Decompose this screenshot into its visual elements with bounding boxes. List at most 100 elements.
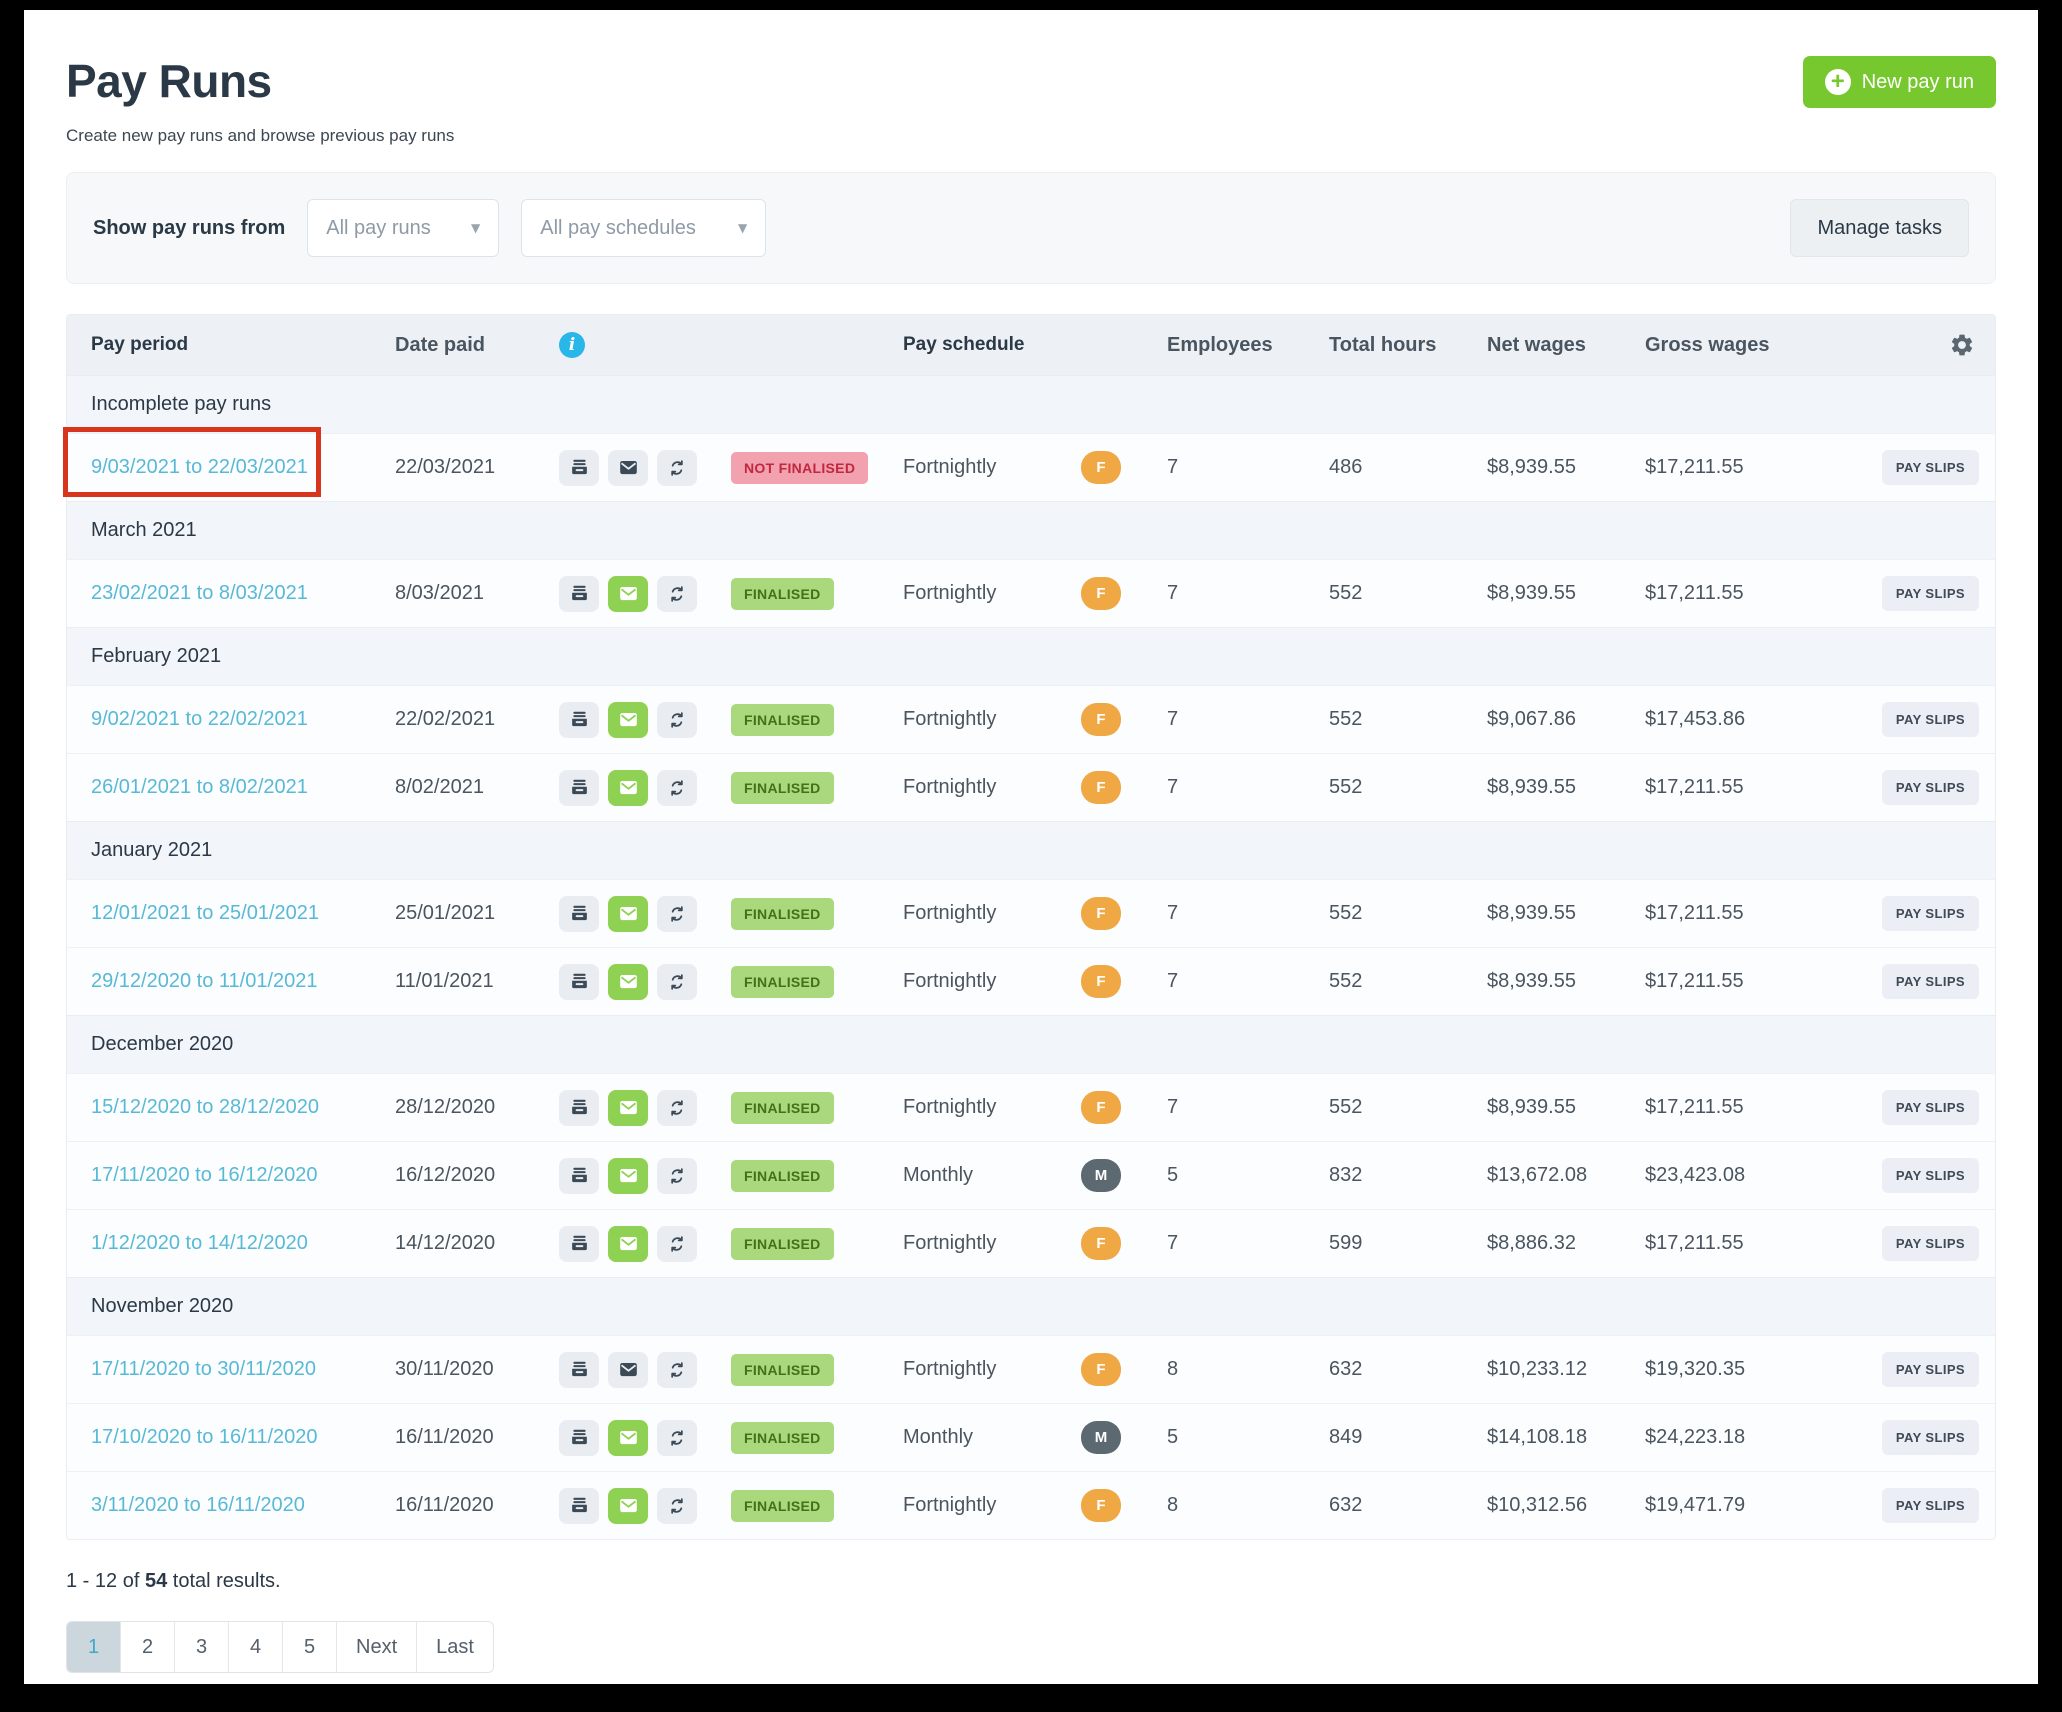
results-summary: 1 - 12 of 54 total results. [66, 1570, 1996, 1593]
printer-icon[interactable] [559, 1090, 599, 1126]
section-label: March 2021 [67, 519, 1995, 542]
sync-icon[interactable] [657, 1352, 697, 1388]
pay-period-link[interactable]: 17/11/2020 to 30/11/2020 [91, 1358, 316, 1380]
envelope-icon[interactable] [608, 1090, 648, 1126]
pay-slips-button[interactable]: PAY SLIPS [1882, 1488, 1979, 1523]
page-button-last[interactable]: Last [417, 1622, 493, 1672]
manage-tasks-button[interactable]: Manage tasks [1790, 199, 1969, 257]
pay-period-link[interactable]: 3/11/2020 to 16/11/2020 [91, 1494, 305, 1516]
schedule-type-badge: F [1081, 1353, 1121, 1386]
pay-period-link[interactable]: 17/10/2020 to 16/11/2020 [91, 1426, 318, 1448]
schedule-type-badge: F [1081, 897, 1121, 930]
sync-icon[interactable] [657, 1488, 697, 1524]
sync-icon[interactable] [657, 576, 697, 612]
gear-icon[interactable] [1949, 332, 1975, 358]
pay-schedule-value: Monthly [903, 1426, 1081, 1449]
pay-slips-button[interactable]: PAY SLIPS [1882, 770, 1979, 805]
pay-schedule-value: Fortnightly [903, 1358, 1081, 1381]
pay-period-link[interactable]: 9/03/2021 to 22/03/2021 [91, 456, 308, 478]
envelope-icon[interactable] [608, 896, 648, 932]
page-button-1[interactable]: 1 [67, 1622, 121, 1672]
employees-count: 7 [1165, 970, 1315, 993]
section-label: January 2021 [67, 839, 1995, 862]
printer-icon[interactable] [559, 1226, 599, 1262]
net-wages-value: $8,939.55 [1473, 1096, 1631, 1119]
page-button-2[interactable]: 2 [121, 1622, 175, 1672]
sync-icon[interactable] [657, 1226, 697, 1262]
employees-count: 7 [1165, 456, 1315, 479]
pay-period-link[interactable]: 1/12/2020 to 14/12/2020 [91, 1232, 308, 1254]
gross-wages-value: $17,453.86 [1631, 708, 1827, 731]
sync-icon[interactable] [657, 896, 697, 932]
gross-wages-value: $23,423.08 [1631, 1164, 1827, 1187]
sync-icon[interactable] [657, 770, 697, 806]
sync-icon[interactable] [657, 702, 697, 738]
pay-period-link[interactable]: 15/12/2020 to 28/12/2020 [91, 1096, 319, 1118]
pay-slips-button[interactable]: PAY SLIPS [1882, 576, 1979, 611]
page-button-5[interactable]: 5 [283, 1622, 337, 1672]
employees-count: 7 [1165, 582, 1315, 605]
pay-schedules-dropdown-value: All pay schedules [540, 217, 696, 240]
pay-period-link[interactable]: 17/11/2020 to 16/12/2020 [91, 1164, 318, 1186]
envelope-icon[interactable] [608, 1352, 648, 1388]
pay-period-link[interactable]: 12/01/2021 to 25/01/2021 [91, 902, 319, 924]
total-hours-value: 599 [1315, 1232, 1473, 1255]
pay-slips-button[interactable]: PAY SLIPS [1882, 1226, 1979, 1261]
sync-icon[interactable] [657, 964, 697, 1000]
pay-run-row: 3/11/2020 to 16/11/202016/11/2020FINALIS… [67, 1471, 1995, 1539]
pay-period-link[interactable]: 29/12/2020 to 11/01/2021 [91, 970, 318, 992]
envelope-icon[interactable] [608, 1420, 648, 1456]
new-pay-run-button[interactable]: + New pay run [1803, 56, 1996, 108]
page-button-3[interactable]: 3 [175, 1622, 229, 1672]
sync-icon[interactable] [657, 1158, 697, 1194]
pay-slips-button[interactable]: PAY SLIPS [1882, 1352, 1979, 1387]
pay-schedule-value: Fortnightly [903, 582, 1081, 605]
status-badge: FINALISED [731, 578, 834, 610]
envelope-icon[interactable] [608, 702, 648, 738]
page-button-4[interactable]: 4 [229, 1622, 283, 1672]
pay-period-link[interactable]: 9/02/2021 to 22/02/2021 [91, 708, 308, 730]
printer-icon[interactable] [559, 896, 599, 932]
printer-icon[interactable] [559, 770, 599, 806]
pay-run-row: 12/01/2021 to 25/01/202125/01/2021FINALI… [67, 879, 1995, 947]
printer-icon[interactable] [559, 1158, 599, 1194]
pay-slips-button[interactable]: PAY SLIPS [1882, 896, 1979, 931]
envelope-icon[interactable] [608, 770, 648, 806]
pay-slips-button[interactable]: PAY SLIPS [1882, 964, 1979, 999]
pay-slips-button[interactable]: PAY SLIPS [1882, 1090, 1979, 1125]
employees-count: 8 [1165, 1494, 1315, 1517]
status-badge: FINALISED [731, 704, 834, 736]
pay-schedule-value: Fortnightly [903, 1096, 1081, 1119]
pay-slips-button[interactable]: PAY SLIPS [1882, 702, 1979, 737]
envelope-icon[interactable] [608, 1226, 648, 1262]
printer-icon[interactable] [559, 702, 599, 738]
envelope-icon[interactable] [608, 450, 648, 486]
envelope-icon[interactable] [608, 1158, 648, 1194]
printer-icon[interactable] [559, 576, 599, 612]
net-wages-value: $9,067.86 [1473, 708, 1631, 731]
month-section-row: December 2020 [67, 1015, 1995, 1073]
pay-period-link[interactable]: 23/02/2021 to 8/03/2021 [91, 582, 308, 604]
page-button-next[interactable]: Next [337, 1622, 417, 1672]
sync-icon[interactable] [657, 1090, 697, 1126]
envelope-icon[interactable] [608, 964, 648, 1000]
pay-slips-button[interactable]: PAY SLIPS [1882, 1158, 1979, 1193]
total-hours-value: 552 [1315, 1096, 1473, 1119]
printer-icon[interactable] [559, 1420, 599, 1456]
status-badge: FINALISED [731, 1228, 834, 1260]
envelope-icon[interactable] [608, 576, 648, 612]
printer-icon[interactable] [559, 1488, 599, 1524]
printer-icon[interactable] [559, 450, 599, 486]
printer-icon[interactable] [559, 964, 599, 1000]
pay-period-link[interactable]: 26/01/2021 to 8/02/2021 [91, 776, 308, 798]
pay-slips-button[interactable]: PAY SLIPS [1882, 450, 1979, 485]
pay-run-row: 17/10/2020 to 16/11/202016/11/2020FINALI… [67, 1403, 1995, 1471]
sync-icon[interactable] [657, 450, 697, 486]
printer-icon[interactable] [559, 1352, 599, 1388]
sync-icon[interactable] [657, 1420, 697, 1456]
pay-runs-dropdown[interactable]: All pay runs ▼ [307, 199, 499, 257]
envelope-icon[interactable] [608, 1488, 648, 1524]
pay-slips-button[interactable]: PAY SLIPS [1882, 1420, 1979, 1455]
info-icon[interactable]: i [559, 332, 585, 358]
pay-schedules-dropdown[interactable]: All pay schedules ▼ [521, 199, 766, 257]
